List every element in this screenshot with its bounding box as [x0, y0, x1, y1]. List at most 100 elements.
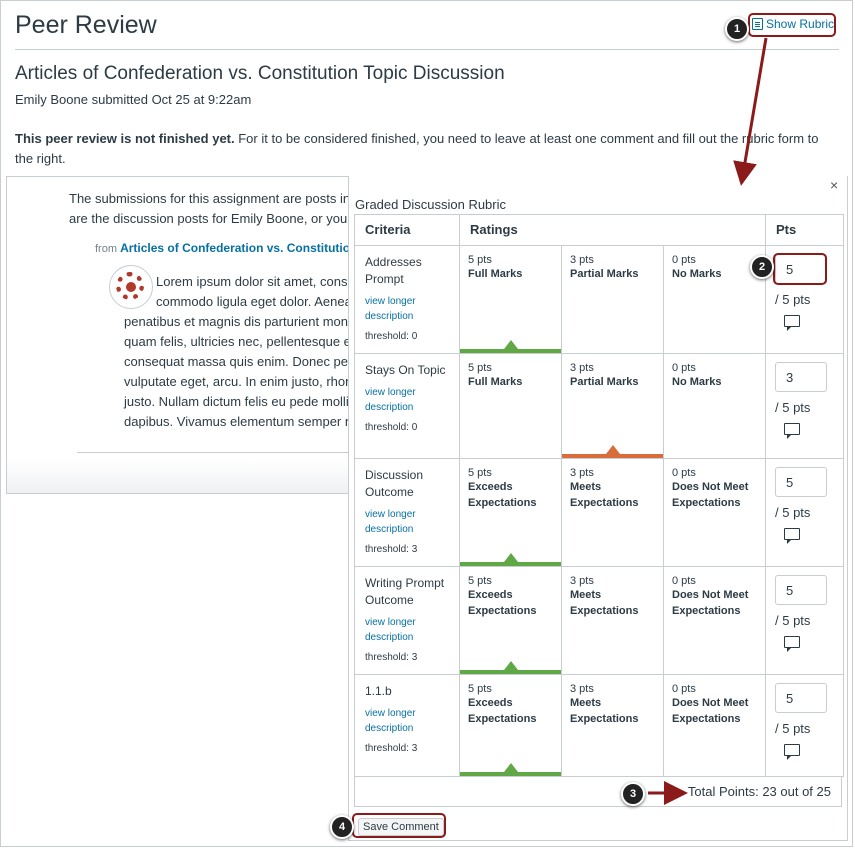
selected-rating-marker	[606, 445, 620, 454]
threshold-label: threshold: 0	[365, 331, 418, 342]
comment-icon[interactable]	[784, 636, 800, 652]
rating-description: Does Not Meet Expectations	[672, 697, 749, 725]
points-input[interactable]: 5	[775, 575, 827, 605]
rating-points: 3 pts	[570, 575, 594, 587]
view-longer-description-link[interactable]: view longer description	[365, 294, 449, 324]
rating-cell[interactable]: 0 pts No Marks	[663, 353, 766, 459]
rating-points: 3 pts	[570, 467, 594, 479]
callout-badge: 4	[330, 815, 354, 839]
post-line: quam felis, ultricies nec, pellentesque …	[124, 334, 354, 349]
rating-cell[interactable]: 3 pts Meets Expectations	[561, 674, 664, 777]
rating-cell[interactable]: 3 pts Partial Marks	[561, 353, 664, 459]
callout-badge: 1	[725, 17, 749, 41]
rubric-body: Addresses Prompt view longer description t…	[354, 245, 844, 777]
rating-description: Meets Expectations	[570, 481, 639, 509]
post-line: dapibus. Vivamus elementum semper nis	[124, 414, 354, 429]
threshold-label: threshold: 0	[365, 422, 418, 433]
comment-icon[interactable]	[784, 423, 800, 439]
rating-points: 0 pts	[672, 254, 696, 266]
selected-rating-marker	[504, 553, 518, 562]
rating-cell[interactable]: 5 pts Exceeds Expectations	[459, 458, 562, 567]
rubric-title: Graded Discussion Rubric	[355, 197, 507, 212]
threshold-label: threshold: 3	[365, 743, 418, 754]
intro-line: are the discussion posts for Emily Boone…	[69, 211, 354, 226]
ratings-header: Ratings	[459, 214, 766, 246]
discussion-intro: The submissions for this assignment are …	[69, 189, 354, 229]
rubric-table: Criteria Ratings Pts Addresses Prompt vie…	[354, 214, 844, 777]
post-body: Lorem ipsum dolor sit amet, conse commod…	[7, 272, 354, 432]
comment-icon[interactable]	[784, 744, 800, 760]
comment-icon[interactable]	[784, 315, 800, 331]
view-longer-description-link[interactable]: view longer description	[365, 385, 449, 415]
rating-cell[interactable]: 0 pts Does Not Meet Expectations	[663, 674, 766, 777]
rating-cell[interactable]: 5 pts Full Marks	[459, 353, 562, 459]
from-line: from Articles of Confederation vs. Const…	[95, 241, 353, 255]
rating-points: 5 pts	[468, 362, 492, 374]
rubric-row: 1.1.b view longer description threshold: 3…	[354, 674, 844, 777]
criterion-name: 1.1.b	[365, 684, 392, 698]
rating-cell[interactable]: 5 pts Exceeds Expectations	[459, 674, 562, 777]
rating-points: 5 pts	[468, 683, 492, 695]
rating-description: Exceeds Expectations	[468, 589, 537, 617]
selected-rating-bar	[460, 562, 561, 566]
selected-rating-bar	[460, 349, 561, 353]
rating-cell[interactable]: 3 pts Meets Expectations	[561, 458, 664, 567]
comment-icon[interactable]	[784, 528, 800, 544]
rating-cell[interactable]: 5 pts Exceeds Expectations	[459, 566, 562, 675]
rating-cell[interactable]: 0 pts Does Not Meet Expectations	[663, 566, 766, 675]
points-input[interactable]: 5	[775, 683, 827, 713]
post-line: justo. Nullam dictum felis eu pede molli…	[124, 394, 354, 409]
rating-cell[interactable]: 0 pts Does Not Meet Expectations	[663, 458, 766, 567]
post-line: vulputate eget, arcu. In enim justo, rho…	[124, 374, 354, 389]
rubric-row: Discussion Outcome view longer descriptio…	[354, 458, 844, 567]
rating-description: Exceeds Expectations	[468, 697, 537, 725]
selected-rating-marker	[504, 340, 518, 349]
assignment-title: Articles of Confederation vs. Constituti…	[15, 63, 505, 84]
points-possible: / 5 pts	[775, 292, 811, 307]
selected-rating-bar	[562, 454, 663, 458]
rating-description: Meets Expectations	[570, 589, 639, 617]
rating-description: Meets Expectations	[570, 697, 639, 725]
rating-points: 0 pts	[672, 683, 696, 695]
criterion-name: Discussion Outcome	[365, 468, 424, 499]
rating-points: 0 pts	[672, 362, 696, 374]
post-line: penatibus et magnis dis parturient monte	[124, 314, 354, 329]
rating-points: 0 pts	[672, 575, 696, 587]
discussion-link[interactable]: Articles of Confederation vs. Constituti…	[120, 241, 353, 255]
view-longer-description-link[interactable]: view longer description	[365, 615, 449, 645]
rubric-row: Stays On Topic view longer description thr…	[354, 353, 844, 459]
rating-points: 3 pts	[570, 683, 594, 695]
close-icon[interactable]: ×	[830, 177, 838, 193]
callout-highlight	[352, 813, 446, 838]
view-longer-description-link[interactable]: view longer description	[365, 507, 449, 537]
callout-badge: 3	[621, 782, 645, 806]
points-cell: 5 / 5 pts	[765, 458, 844, 567]
rubric-row: Writing Prompt Outcome view longer descri…	[354, 566, 844, 675]
rating-points: 3 pts	[570, 254, 594, 266]
points-input[interactable]: 3	[775, 362, 827, 392]
selected-rating-bar	[460, 772, 561, 776]
callout-badge: 2	[750, 255, 774, 279]
criterion-cell: 1.1.b view longer description threshold: 3	[354, 674, 460, 777]
rating-description: Full Marks	[468, 268, 523, 280]
rating-cell[interactable]: 3 pts Partial Marks	[561, 245, 664, 354]
rating-description: Exceeds Expectations	[468, 481, 537, 509]
view-longer-description-link[interactable]: view longer description	[365, 706, 449, 736]
points-possible: / 5 pts	[775, 505, 811, 520]
callout-highlight	[773, 253, 827, 285]
points-cell: 5 / 5 pts	[765, 566, 844, 675]
rating-description: Partial Marks	[570, 268, 639, 280]
notice-bold: This peer review is not finished yet.	[15, 131, 235, 146]
points-input[interactable]: 5	[775, 467, 827, 497]
discussion-panel: The submissions for this assignment are …	[6, 176, 354, 494]
criterion-name: Stays On Topic	[365, 363, 446, 377]
selected-rating-bar	[460, 670, 561, 674]
rating-description: Does Not Meet Expectations	[672, 589, 749, 617]
rating-cell[interactable]: 5 pts Full Marks	[459, 245, 562, 354]
submitted-line: Emily Boone submitted Oct 25 at 9:22am	[15, 92, 252, 107]
points-possible: / 5 pts	[775, 400, 811, 415]
criterion-name: Writing Prompt Outcome	[365, 576, 445, 607]
divider	[77, 452, 353, 453]
rating-cell[interactable]: 3 pts Meets Expectations	[561, 566, 664, 675]
criterion-cell: Writing Prompt Outcome view longer descri…	[354, 566, 460, 675]
